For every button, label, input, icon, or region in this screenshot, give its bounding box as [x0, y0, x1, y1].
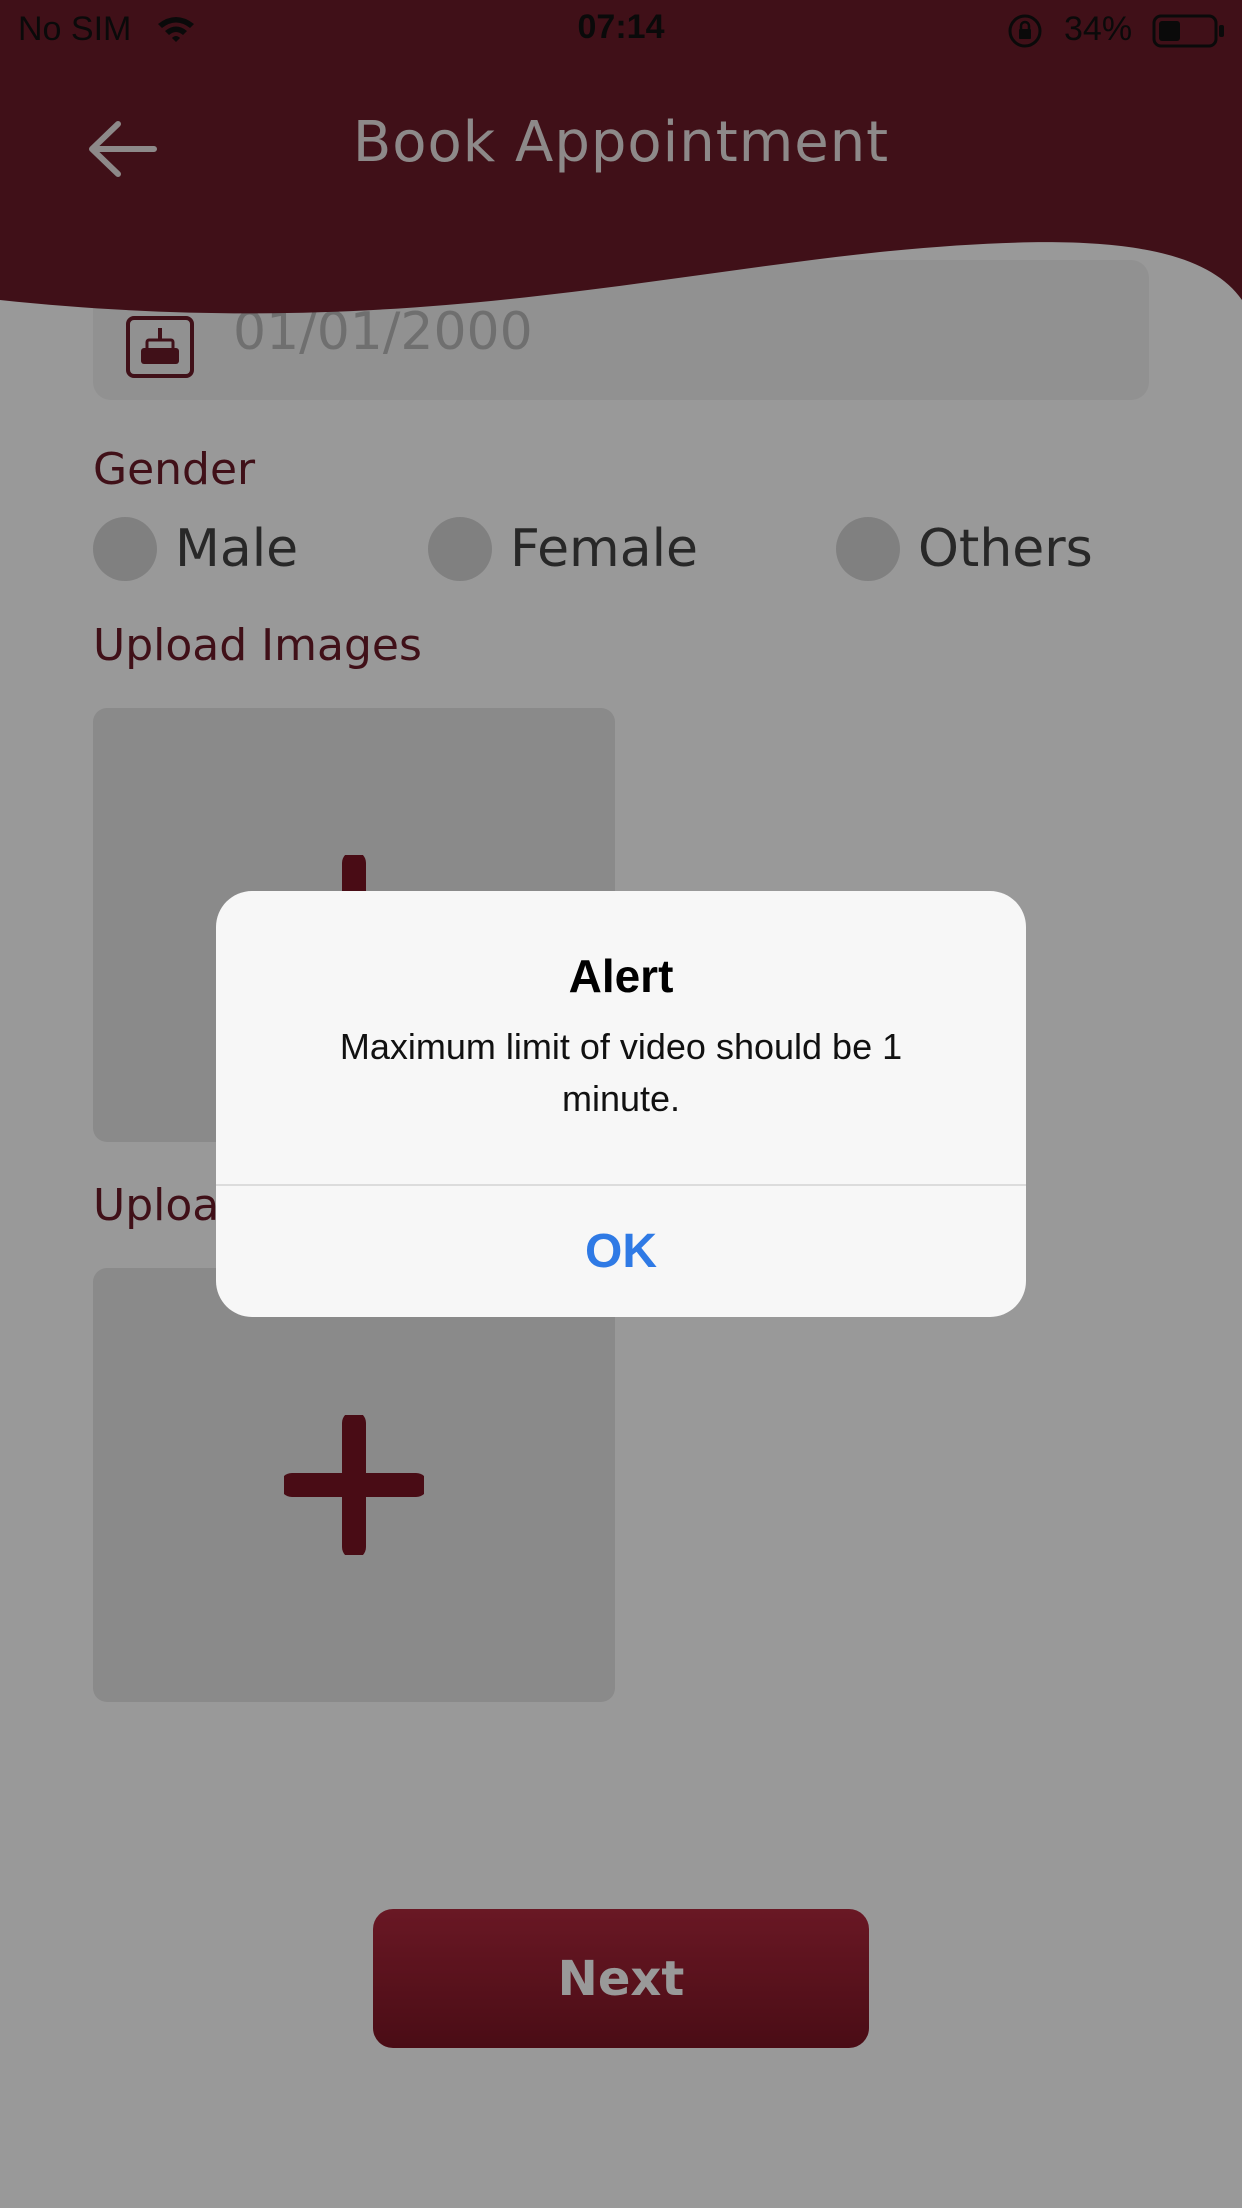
alert-title: Alert — [568, 950, 674, 1002]
book-appointment-screen: No SIM 07:14 34% Book Appointment 01/01/… — [0, 0, 1242, 2208]
alert-ok-button[interactable]: OK — [216, 1186, 1026, 1317]
alert-message: Maximum limit of video should be 1 minut… — [339, 1026, 903, 1119]
alert-dialog: Alert Maximum limit of video should be 1… — [216, 891, 1026, 1317]
